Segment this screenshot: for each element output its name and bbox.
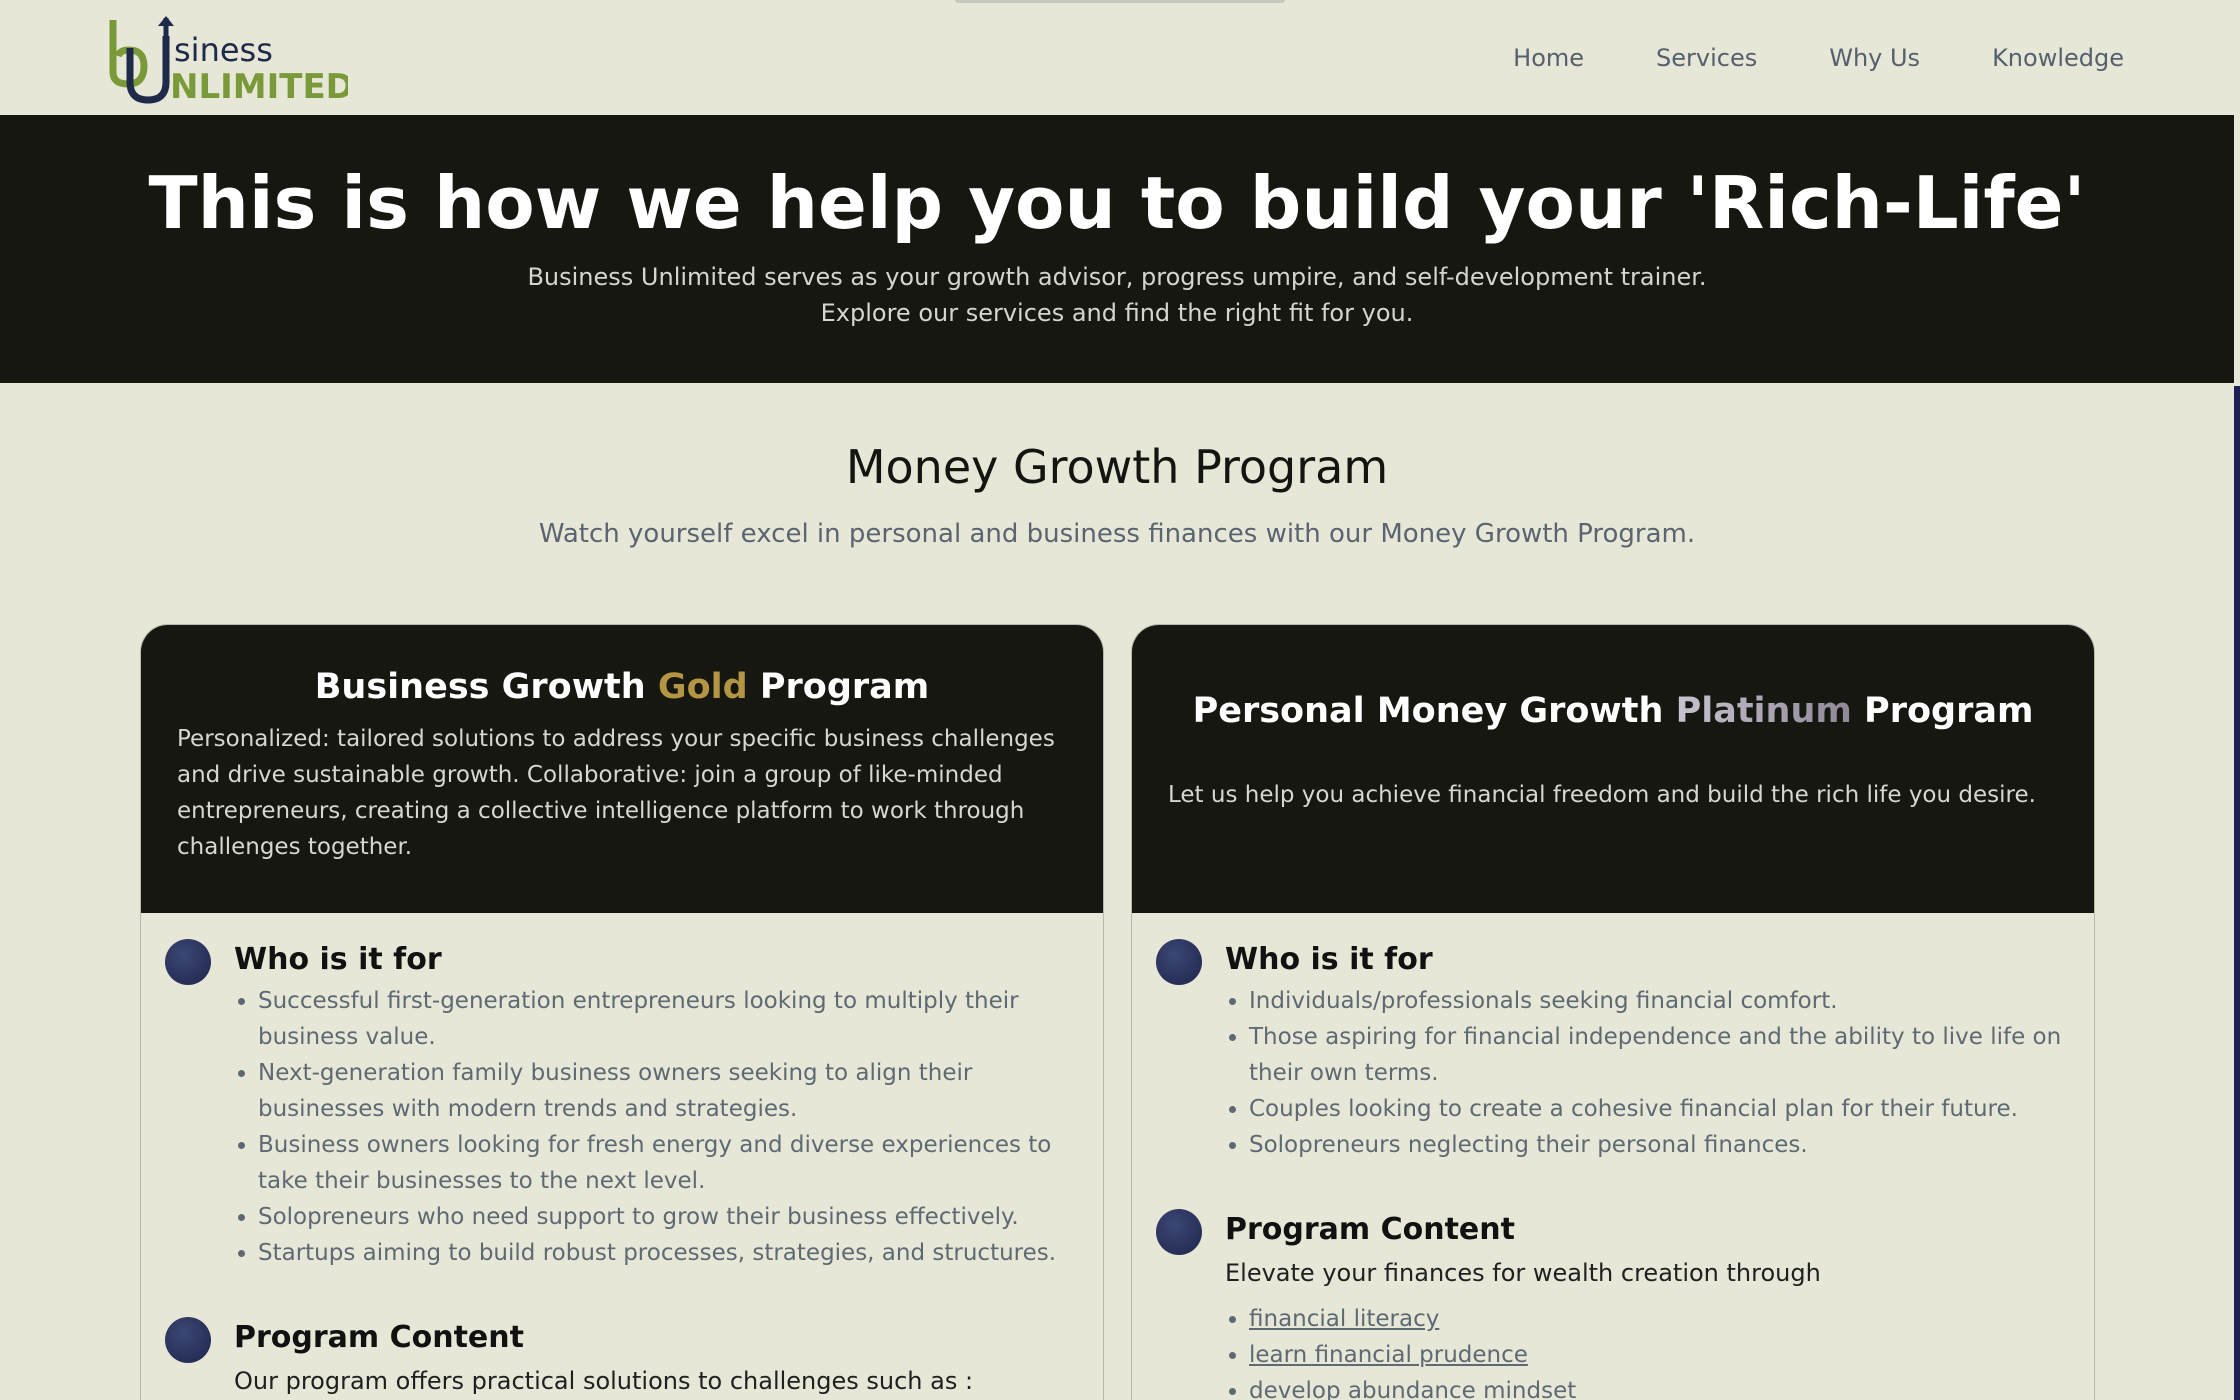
who-list: Successful first-generation entrepreneur… xyxy=(234,983,1103,1271)
bullet-dot-icon xyxy=(1156,1209,1202,1255)
who-list: Individuals/professionals seeking financ… xyxy=(1225,983,2094,1163)
section-subtitle: Watch yourself excel in personal and bus… xyxy=(538,519,1696,549)
list-item: Successful first-generation entrepreneur… xyxy=(234,983,1103,1055)
card-title-pre: Business Growth xyxy=(314,667,658,707)
card-title-highlight: Gold xyxy=(657,667,748,707)
nav-home[interactable]: Home xyxy=(1513,44,1584,72)
main-nav: Home Services Why Us Knowledge xyxy=(1513,0,2124,115)
content-title: Program Content xyxy=(234,1320,524,1355)
brand-logo[interactable]: siness NLIMITED xyxy=(108,14,354,107)
card-business-gold: Business Growth Gold Program Personalize… xyxy=(140,624,1104,1400)
logo-graphic: siness NLIMITED xyxy=(109,16,354,107)
logo-text-top: siness xyxy=(174,31,273,69)
link-abundance-mindset[interactable]: develop abundance mindset xyxy=(1249,1378,1576,1400)
scrollbar-thumb[interactable] xyxy=(2234,386,2240,1400)
section-title: Money Growth Program xyxy=(845,440,1389,494)
content-block: Program Content Our program offers pract… xyxy=(141,1317,1103,1399)
card-header: Personal Money Growth Platinum Program L… xyxy=(1132,625,2094,913)
card-personal-platinum: Personal Money Growth Platinum Program L… xyxy=(1131,624,2095,1400)
card-title-highlight: Platinum xyxy=(1675,691,1852,731)
list-item: Solopreneurs neglecting their personal f… xyxy=(1225,1127,2094,1163)
who-block: Who is it for Successful first-generatio… xyxy=(141,939,1103,1271)
list-item: Startups aiming to build robust processe… xyxy=(234,1235,1103,1271)
card-description: Personalized: tailored solutions to addr… xyxy=(177,726,1055,860)
who-block: Who is it for Individuals/professionals … xyxy=(1132,939,2094,1163)
bullet-dot-icon xyxy=(1156,939,1202,985)
list-item: Couples looking to create a cohesive fin… xyxy=(1225,1091,2094,1127)
list-item: Business owners looking for fresh energy… xyxy=(234,1127,1103,1199)
content-links: financial literacy learn financial prude… xyxy=(1225,1301,2094,1400)
hero-subtitle-line1: Business Unlimited serves as your growth… xyxy=(527,263,1707,291)
logo-text-bottom: NLIMITED xyxy=(170,67,348,104)
content-intro: Our program offers practical solutions t… xyxy=(234,1367,974,1395)
list-item: Those aspiring for financial independenc… xyxy=(1225,1019,2094,1091)
card-title-pre: Personal Money Growth xyxy=(1192,691,1676,731)
list-item: Individuals/professionals seeking financ… xyxy=(1225,983,2094,1019)
site-header: siness NLIMITED Home Services Why Us Kno… xyxy=(0,0,2234,115)
nav-knowledge[interactable]: Knowledge xyxy=(1992,44,2124,72)
hero-title: This is how we help you to build your 'R… xyxy=(148,161,2086,245)
nav-services[interactable]: Services xyxy=(1656,44,1757,72)
content-intro: Elevate your finances for wealth creatio… xyxy=(1225,1259,1821,1287)
bullet-dot-icon xyxy=(165,939,211,985)
list-item: Solopreneurs who need support to grow th… xyxy=(234,1199,1103,1235)
content-block: Program Content Elevate your finances fo… xyxy=(1132,1209,2094,1400)
link-financial-literacy[interactable]: financial literacy xyxy=(1249,1306,1439,1332)
card-title-post: Program xyxy=(747,667,930,707)
card-title: Personal Money Growth Platinum Program xyxy=(1168,625,2058,731)
card-title: Business Growth Gold Program xyxy=(177,625,1067,707)
link-financial-prudence[interactable]: learn financial prudence xyxy=(1249,1342,1528,1368)
content-title: Program Content xyxy=(1225,1212,1515,1247)
bullet-dot-icon xyxy=(165,1317,211,1363)
list-item: financial literacy xyxy=(1225,1301,2094,1337)
card-description: Let us help you achieve financial freedo… xyxy=(1168,782,2036,808)
who-title: Who is it for xyxy=(234,942,442,977)
card-header: Business Growth Gold Program Personalize… xyxy=(141,625,1103,913)
who-title: Who is it for xyxy=(1225,942,1433,977)
list-item: Next-generation family business owners s… xyxy=(234,1055,1103,1127)
card-title-post: Program xyxy=(1851,691,2034,731)
list-item: learn financial prudence xyxy=(1225,1337,2094,1373)
nav-why-us[interactable]: Why Us xyxy=(1829,44,1920,72)
hero-subtitle-line2: Explore our services and find the right … xyxy=(820,299,1414,327)
hero-banner: This is how we help you to build your 'R… xyxy=(0,115,2234,383)
list-item: develop abundance mindset xyxy=(1225,1373,2094,1400)
